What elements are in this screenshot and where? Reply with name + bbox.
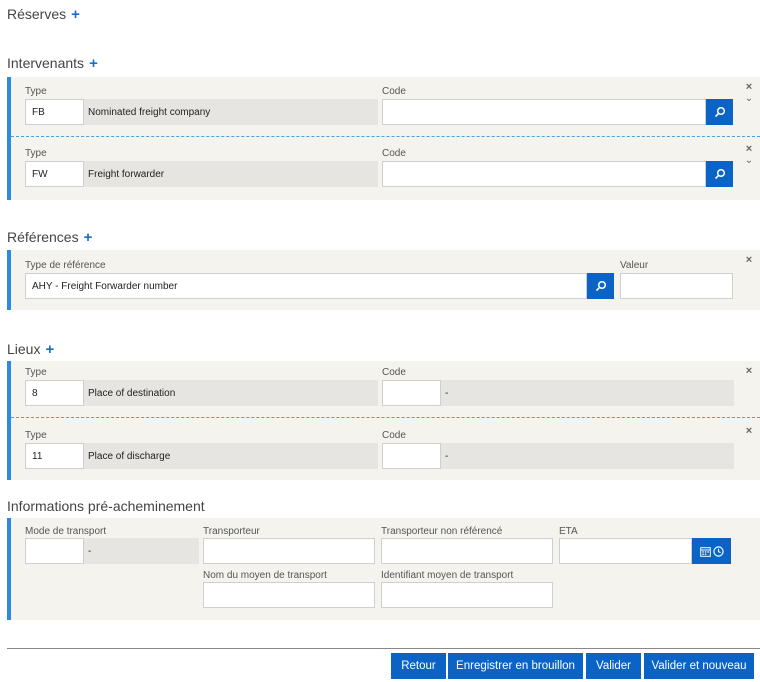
section-title-lieux: Lieux + [7,341,54,357]
footer-divider [7,648,760,649]
eta-input[interactable] [559,538,692,564]
reference-value-input[interactable] [620,273,733,299]
section-title-references: Références + [7,229,92,245]
nom-moyen-transport-label: Nom du moyen de transport [203,570,327,581]
type-description: Nominated freight company [84,99,378,125]
transporteur-input[interactable] [203,538,375,564]
type-label: Type [25,148,47,159]
calendar-icon [699,546,711,557]
section-title-pre-acheminement: Informations pré-acheminement [7,498,205,514]
code-label: Code [382,430,406,441]
remove-row-button[interactable]: × [744,82,754,93]
references-panel: Type de référence AHY - Freight Forwarde… [7,250,760,310]
code-search-button[interactable] [706,99,733,125]
reference-type-input[interactable]: AHY - Freight Forwarder number [25,273,587,299]
lieu-code-input[interactable] [382,443,441,469]
lieu-code-input[interactable] [382,380,441,406]
remove-row-button[interactable]: × [744,366,754,377]
code-input[interactable] [382,161,706,187]
move-down-button[interactable]: ⌄ [744,156,754,166]
lieu-type-code-input[interactable]: 8 [25,380,84,406]
move-down-button[interactable]: ⌄ [744,94,754,104]
add-reserve-button[interactable]: + [71,7,80,22]
lieu-code-description: - [441,443,734,469]
mode-transport-label: Mode de transport [25,526,107,537]
transporteur-non-reference-label: Transporteur non référencé [381,526,503,537]
clock-icon [712,545,724,557]
code-label: Code [382,86,406,97]
lieu-type-description: Place of destination [84,380,378,406]
lieu-row: Type 8 Place of destination Code - × [11,361,760,417]
valider-et-nouveau-button[interactable]: Valider et nouveau [644,653,754,679]
intervenant-row: Type FB Nominated freight company Code ×… [11,77,760,137]
lieu-type-code-input[interactable]: 11 [25,443,84,469]
section-title-intervenants: Intervenants + [7,55,98,71]
valider-button[interactable]: Valider [586,653,641,679]
enregistrer-brouillon-button[interactable]: Enregistrer en brouillon [448,653,583,679]
mode-transport-input[interactable] [25,538,84,564]
pre-acheminement-title: Informations pré-acheminement [7,498,205,514]
pre-acheminement-panel: Mode de transport - Transporteur Transpo… [7,518,760,620]
eta-datetime-button[interactable] [692,538,731,564]
remove-row-button[interactable]: × [744,144,754,155]
identifiant-moyen-transport-input[interactable] [381,582,553,608]
remove-row-button[interactable]: × [744,426,754,437]
type-label: Type [25,86,47,97]
intervenants-panel: Type FB Nominated freight company Code ×… [7,77,760,200]
type-code-input[interactable]: FB [25,99,84,125]
type-label: Type [25,367,47,378]
reference-type-label: Type de référence [25,260,106,271]
reference-search-button[interactable] [587,273,614,299]
reference-value-label: Valeur [620,260,649,271]
add-intervenant-button[interactable]: + [89,56,98,71]
type-description: Freight forwarder [84,161,378,187]
lieu-type-description: Place of discharge [84,443,378,469]
search-icon [714,106,725,118]
lieu-code-description: - [441,380,734,406]
identifiant-moyen-transport-label: Identifiant moyen de transport [381,570,514,581]
search-icon [595,280,606,292]
transporteur-label: Transporteur [203,526,260,537]
row-separator [11,136,760,137]
remove-reference-button[interactable]: × [744,255,754,266]
nom-moyen-transport-input[interactable] [203,582,375,608]
intervenants-title: Intervenants [7,55,85,71]
code-label: Code [382,367,406,378]
lieu-row: Type 11 Place of discharge Code - × [11,421,760,479]
row-separator [11,417,760,418]
intervenant-row: Type FW Freight forwarder Code × ⌄ [11,139,760,199]
eta-label: ETA [559,526,578,537]
mode-transport-description: - [84,538,199,564]
retour-button[interactable]: Retour [391,653,446,679]
search-icon [714,168,725,180]
lieux-title: Lieux [7,341,41,357]
code-input[interactable] [382,99,706,125]
type-code-input[interactable]: FW [25,161,84,187]
transporteur-non-reference-input[interactable] [381,538,553,564]
reserves-title: Réserves [7,6,67,22]
add-reference-button[interactable]: + [84,230,93,245]
add-lieu-button[interactable]: + [45,342,54,357]
type-label: Type [25,430,47,441]
references-title: Références [7,229,79,245]
code-label: Code [382,148,406,159]
lieux-panel: Type 8 Place of destination Code - × Typ… [7,361,760,480]
code-search-button[interactable] [706,161,733,187]
section-title-reserves: Réserves + [7,6,80,22]
